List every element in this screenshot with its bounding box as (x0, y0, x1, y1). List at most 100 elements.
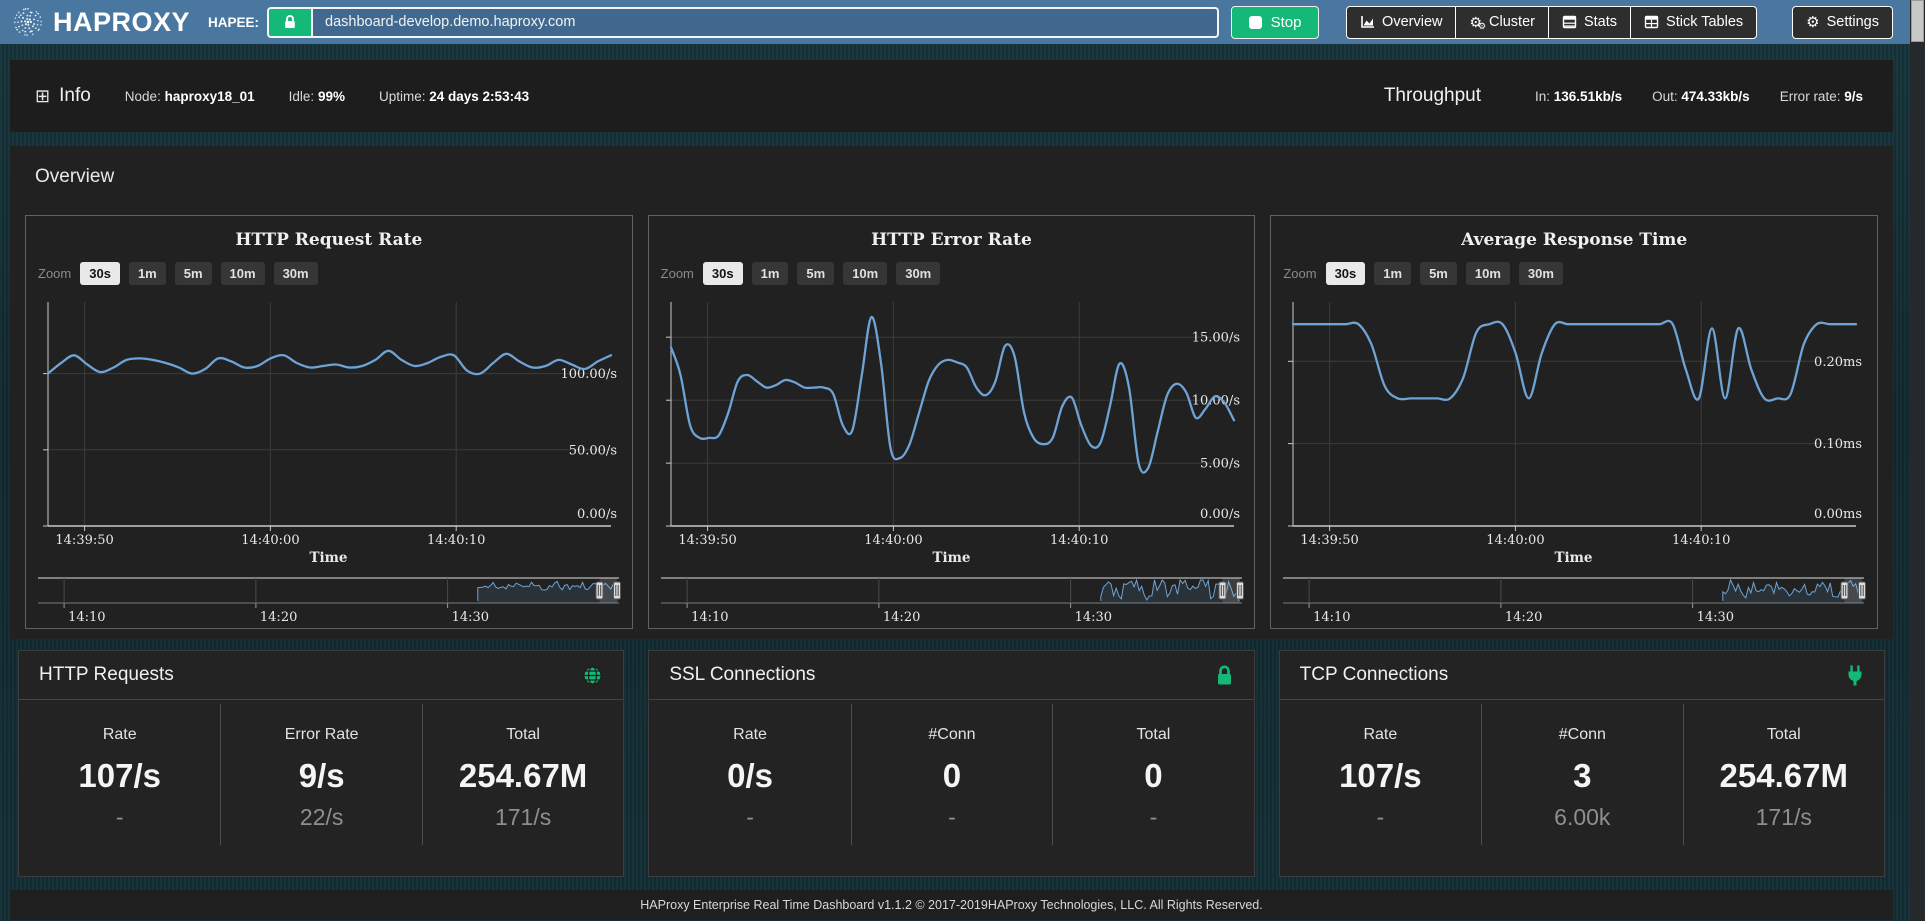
throughput-in: In: 136.51kb/s (1535, 89, 1622, 104)
info-toggle[interactable]: ⊞ Info (35, 85, 91, 107)
zoom-10m-button[interactable]: 10m (843, 262, 887, 285)
stats-button[interactable]: Stats (1548, 6, 1631, 39)
table-icon (1562, 15, 1577, 29)
stat-error-rate: Error Rate 9/s 22/s (220, 704, 421, 845)
lock-icon (282, 14, 298, 30)
svg-text:14:10: 14:10 (68, 610, 105, 625)
svg-text:14:40:00: 14:40:00 (864, 533, 922, 548)
http-request-rate-panel: HTTP Request Rate Zoom 30s 1m 5m 10m 30m… (25, 215, 633, 629)
range-selector[interactable]: 14:1014:2014:30Time (1281, 573, 1866, 629)
zoom-1m-button[interactable]: 1m (129, 262, 166, 285)
zoom-5m-button[interactable]: 5m (1420, 262, 1457, 285)
zoom-30m-button[interactable]: 30m (1519, 262, 1563, 285)
card-header: TCP Connections (1280, 651, 1884, 700)
lock-button[interactable] (267, 7, 311, 38)
svg-text:14:20: 14:20 (1505, 610, 1542, 625)
settings-button[interactable]: ⚙ Settings (1792, 6, 1893, 39)
zoom-30s-button[interactable]: 30s (80, 262, 120, 285)
card-title: HTTP Requests (39, 664, 582, 686)
brand: HAPROXY (12, 6, 190, 38)
zoom-controls: Zoom 30s 1m 5m 10m 30m (661, 260, 1245, 286)
stick-tables-button[interactable]: Stick Tables (1630, 6, 1757, 39)
info-bar: ⊞ Info Node: haproxy18_01 Idle: 99% Upti… (10, 60, 1893, 132)
error-rate-info: Error rate: 9/s (1780, 89, 1863, 104)
svg-text:14:39:50: 14:39:50 (678, 533, 736, 548)
stat-conn: #Conn 0 - (851, 704, 1052, 845)
svg-text:14:40:00: 14:40:00 (241, 533, 299, 548)
grid-icon (1644, 15, 1659, 29)
card-body: Rate 107/s - #Conn 3 6.00k Total 254.67M… (1280, 700, 1884, 845)
zoom-30s-button[interactable]: 30s (1326, 262, 1366, 285)
charts-row: HTTP Request Rate Zoom 30s 1m 5m 10m 30m… (25, 215, 1878, 629)
svg-text:14:40:10: 14:40:10 (1050, 533, 1108, 548)
stat-total: Total 254.67M 171/s (1683, 704, 1884, 845)
stats-button-label: Stats (1584, 14, 1617, 30)
overview-button[interactable]: Overview (1346, 6, 1456, 39)
card-title: SSL Connections (669, 664, 1214, 686)
gears-icon: ⚙⚙ (1469, 15, 1482, 29)
svg-text:100.00/s: 100.00/s (560, 367, 617, 382)
http-request-rate-chart[interactable]: 100.00/s50.00/s0.00/s14:39:5014:40:0014:… (36, 292, 621, 568)
zoom-1m-button[interactable]: 1m (1374, 262, 1411, 285)
svg-text:14:10: 14:10 (1313, 610, 1350, 625)
svg-text:14:20: 14:20 (260, 610, 297, 625)
overview-heading: Overview (35, 166, 1878, 188)
svg-text:14:30: 14:30 (452, 610, 489, 625)
zoom-30m-button[interactable]: 30m (274, 262, 318, 285)
range-selector[interactable]: 14:1014:2014:30Time (659, 573, 1244, 629)
range-selector-handle[interactable] (596, 582, 603, 599)
http-error-rate-chart[interactable]: 15.00/s10.00/s5.00/s0.00/s14:39:5014:40:… (659, 292, 1244, 568)
card-title: TCP Connections (1300, 664, 1846, 686)
range-selector-handle[interactable] (1236, 582, 1243, 599)
stick-tables-button-label: Stick Tables (1666, 14, 1743, 30)
zoom-10m-button[interactable]: 10m (221, 262, 265, 285)
throughput-group: Throughput In: 136.51kb/s Out: 474.33kb/… (1384, 85, 1863, 107)
cluster-button[interactable]: ⚙⚙ Cluster (1455, 6, 1549, 39)
avg-response-time-chart[interactable]: 0.20ms0.10ms0.00ms14:39:5014:40:0014:40:… (1281, 292, 1866, 568)
zoom-30s-button[interactable]: 30s (703, 262, 743, 285)
zoom-30m-button[interactable]: 30m (896, 262, 940, 285)
tcp-connections-card: TCP Connections Rate 107/s - #Conn 3 6.0… (1279, 650, 1885, 877)
svg-text:14:39:50: 14:39:50 (1301, 533, 1359, 548)
range-selector[interactable]: 14:1014:2014:30Time (36, 573, 621, 629)
stat-total: Total 254.67M 171/s (422, 704, 623, 845)
svg-text:14:40:00: 14:40:00 (1487, 533, 1545, 548)
vertical-scrollbar[interactable] (1910, 0, 1925, 921)
range-selector-handle[interactable] (1219, 582, 1226, 599)
stop-button[interactable]: Stop (1231, 6, 1319, 39)
zoom-5m-button[interactable]: 5m (175, 262, 212, 285)
range-selector-handle[interactable] (614, 582, 621, 599)
hapee-label: HAPEE: (208, 15, 259, 30)
info-label: Info (59, 85, 91, 107)
http-requests-card: HTTP Requests Rate 107/s - Error Ra (18, 650, 624, 877)
footer-text: HAProxy Enterprise Real Time Dashboard v… (640, 898, 1263, 912)
brand-wordmark: HAPROXY (53, 7, 190, 38)
zoom-5m-button[interactable]: 5m (797, 262, 834, 285)
zoom-controls: Zoom 30s 1m 5m 10m 30m (1283, 260, 1867, 286)
stop-icon (1249, 16, 1262, 29)
ssl-connections-card: SSL Connections Rate 0/s - #Conn 0 - (648, 650, 1254, 877)
node-info: Node: haproxy18_01 (125, 89, 255, 104)
avg-response-time-panel: Average Response Time Zoom 30s 1m 5m 10m… (1270, 215, 1878, 629)
zoom-10m-button[interactable]: 10m (1466, 262, 1510, 285)
range-selector-handle[interactable] (1841, 582, 1848, 599)
stop-label: Stop (1271, 14, 1302, 31)
scrollbar-thumb[interactable] (1911, 0, 1924, 42)
range-selector-handle[interactable] (1859, 582, 1866, 599)
card-header: HTTP Requests (19, 651, 623, 700)
settings-button-label: Settings (1827, 14, 1879, 30)
haproxy-dashboard: HAPROXY HAPEE: Stop Overview (0, 0, 1925, 921)
zoom-1m-button[interactable]: 1m (752, 262, 789, 285)
overview-button-label: Overview (1382, 14, 1442, 30)
card-body: Rate 0/s - #Conn 0 - Total 0 - (649, 700, 1253, 845)
svg-text:14:40:10: 14:40:10 (427, 533, 485, 548)
nav-button-group: Overview ⚙⚙ Cluster Stats (1346, 6, 1757, 39)
gear-icon: ⚙ (1806, 15, 1819, 30)
uptime-info: Uptime: 24 days 2:53:43 (379, 89, 529, 104)
svg-text:14:40:10: 14:40:10 (1672, 533, 1730, 548)
svg-text:0.00ms: 0.00ms (1814, 507, 1862, 522)
stat-rate: Rate 107/s - (19, 704, 220, 845)
url-input[interactable] (311, 7, 1219, 38)
svg-text:0.00/s: 0.00/s (577, 507, 617, 522)
svg-text:14:39:50: 14:39:50 (55, 533, 113, 548)
